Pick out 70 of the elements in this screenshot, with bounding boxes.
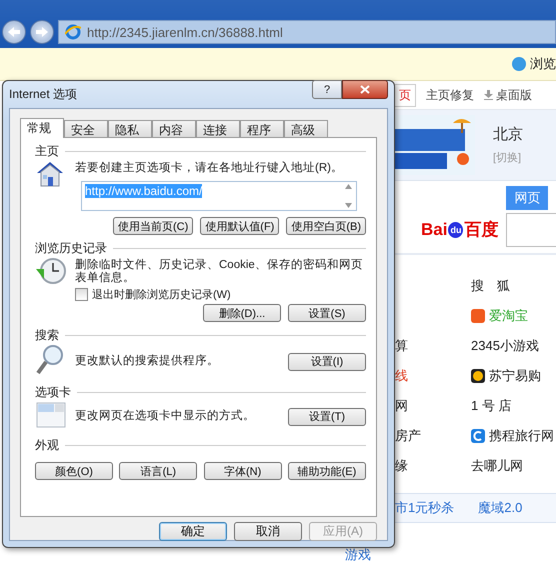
section-description: 更改网页在选项卡中显示的方式。	[75, 410, 255, 423]
tab[interactable]: 内容	[152, 120, 196, 137]
dialog-button[interactable]: 使用默认值(F)	[200, 217, 280, 235]
dialog-button[interactable]: 取消	[234, 522, 302, 541]
tabs-icon	[35, 401, 67, 429]
tab[interactable]: 常规	[20, 118, 64, 138]
dialog-button[interactable]: 语言(L)	[119, 462, 198, 480]
browser-logo-icon	[65, 24, 81, 40]
scroll-down-icon[interactable]	[344, 203, 352, 208]
back-button[interactable]	[2, 20, 26, 44]
back-arrow-icon	[8, 27, 20, 37]
lion-icon	[471, 369, 485, 383]
clock-icon	[35, 257, 67, 285]
help-button[interactable]: ?	[312, 80, 342, 99]
dialog-button[interactable]: 删除(D)...	[203, 304, 281, 322]
checkbox[interactable]	[75, 288, 88, 301]
city-name: 北京	[493, 125, 523, 144]
window-title: Internet 选项	[9, 86, 78, 102]
promo-link[interactable]: 魔域2.0	[478, 499, 522, 517]
link[interactable]: 搜 狐	[471, 277, 510, 295]
section-heading: 选项卡	[35, 384, 71, 400]
section-description: 删除临时文件、历史记录、Cookie、保存的密码和网页表单信息。	[75, 259, 364, 285]
tab[interactable]: 程序	[240, 120, 284, 137]
link[interactable]: 缘	[395, 457, 471, 475]
link[interactable]: 去哪儿网	[471, 457, 523, 475]
section-description: 若要创建主页选项卡，请在各地址行键入地址(R)。	[75, 162, 344, 175]
tab[interactable]: 高级	[284, 120, 328, 137]
download-icon	[484, 90, 493, 100]
dialog-button[interactable]: 设置(S)	[288, 304, 366, 322]
promo-link[interactable]: 市1元秒杀	[395, 499, 454, 517]
dialog-button[interactable]: 辅助功能(E)	[288, 462, 366, 480]
forward-button[interactable]	[30, 20, 54, 44]
top-link[interactable]: 桌面版	[496, 86, 532, 104]
close-button[interactable]	[342, 80, 388, 99]
section-description: 更改默认的搜索提供程序。	[75, 355, 219, 368]
dialog-button[interactable]: 颜色(O)	[35, 462, 113, 480]
link[interactable]: 携程旅行网	[489, 427, 554, 445]
section-heading: 外观	[35, 436, 59, 454]
close-icon	[360, 85, 370, 94]
magnifier-icon	[35, 344, 65, 376]
section-heading: 主页	[35, 142, 59, 160]
scroll-up-icon[interactable]	[344, 184, 352, 189]
house-icon	[35, 160, 65, 188]
link[interactable]: 游戏	[345, 548, 371, 562]
link[interactable]: 网	[395, 397, 471, 415]
dialog-button[interactable]: 确定	[159, 522, 227, 541]
dialog-button[interactable]: 使用当前页(C)	[113, 217, 194, 235]
shop-icon	[471, 309, 485, 323]
top-link[interactable]: 主页修复	[426, 86, 474, 104]
tab[interactable]: 安全	[64, 120, 108, 137]
tab[interactable]: 连接	[196, 120, 240, 137]
section-heading: 搜索	[35, 326, 59, 344]
dialog-button[interactable]: 字体(N)	[204, 462, 282, 480]
link[interactable]: 2345小游戏	[471, 337, 539, 355]
link[interactable]: 算	[395, 337, 471, 355]
forward-arrow-icon	[36, 27, 48, 37]
search-field[interactable]	[506, 213, 556, 247]
dialog-button[interactable]: 设置(T)	[288, 408, 366, 426]
tab[interactable]: 隐私	[108, 120, 152, 137]
link[interactable]: 1 号 店	[471, 397, 512, 415]
section-heading: 浏览历史记录	[35, 240, 107, 256]
link[interactable]: 房产	[395, 427, 471, 445]
address-bar[interactable]: http://2345.jiarenlm.cn/36888.html	[58, 20, 556, 44]
checkbox-label: 退出时删除浏览历史记录(W)	[92, 288, 231, 302]
info-icon	[512, 57, 526, 71]
notification-text: 浏览	[530, 55, 556, 73]
link[interactable]: 苏宁易购	[489, 367, 541, 385]
dialog-button[interactable]: 使用空白页(B)	[286, 217, 366, 235]
link[interactable]: 线	[395, 367, 471, 385]
dialog-button[interactable]: 设置(I)	[288, 352, 366, 370]
